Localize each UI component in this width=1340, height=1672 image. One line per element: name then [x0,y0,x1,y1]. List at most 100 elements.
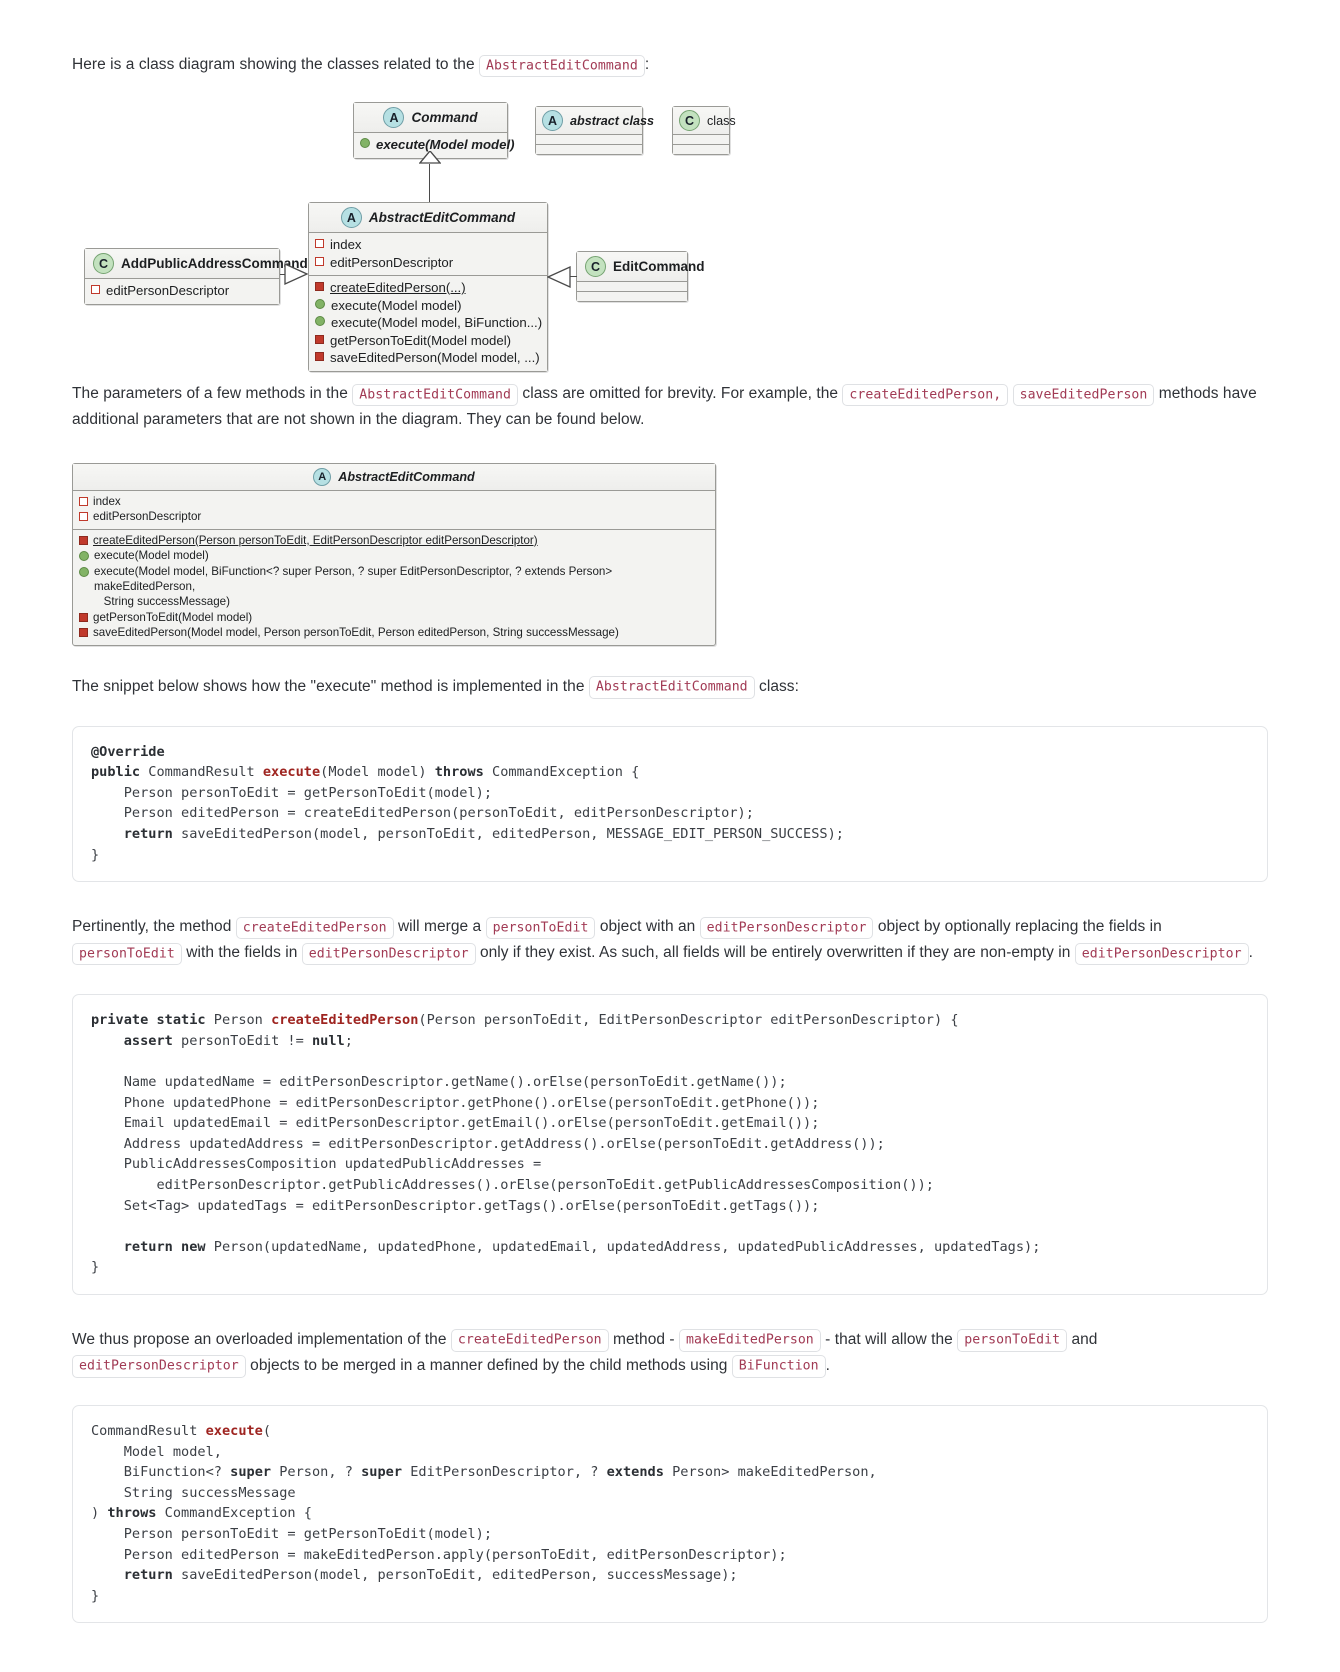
p4-text-d: object by optionally replacing the field… [877,918,1162,936]
private-field-marker-icon [315,256,324,266]
uml-legend-class-label: class [707,113,736,128]
uml-class-abstracteditcommand-title: AbstractEditCommand [368,210,516,225]
inheritance-arrow-head [419,151,441,164]
class-diagram-2: A AbstractEditCommand index editPersonDe… [72,463,716,646]
document-page: Here is a class diagram showing the clas… [0,0,1340,1672]
uml-legend-empty-section [673,145,729,154]
uml-member-row: saveEditedPerson(Model model, ...) [315,349,541,367]
uml-member-row: editPersonDescriptor [91,282,273,300]
code-block-createeditedperson: private static Person createEditedPerson… [72,994,1268,1295]
uml-abstracteditcommand-methods: createEditedPerson(...) execute(Model mo… [309,276,547,371]
uml-member-label: execute(Model model, BiFunction...) [331,315,543,330]
uml-class-abstracteditcommand-header: A AbstractEditCommand [309,203,547,233]
parameters-paragraph: The parameters of a few methods in the A… [72,381,1268,433]
private-method-marker-icon [315,334,324,344]
uml-legend-empty-section [673,135,729,145]
inline-code-createeditedperson: createEditedPerson [450,1329,609,1352]
code-block-overloaded-execute: CommandResult execute( Model model, BiFu… [72,1404,1268,1624]
inline-code-editpersondescriptor: editPersonDescriptor [1074,942,1249,966]
p5-text-b: method - [613,1330,675,1348]
class-badge-icon: C [679,110,700,131]
inline-code-abstracteditcommand: AbstractEditCommand [352,383,519,406]
uml-member-label: execute(Model model) [376,137,515,152]
class-diagram-2-wrapper: A AbstractEditCommand index editPersonDe… [72,463,1268,646]
uml-member-label: index [93,495,121,508]
private-method-marker-icon [79,535,88,545]
public-method-marker-icon [315,316,325,326]
uml-member-row: createEditedPerson(...) [315,279,541,297]
uml-member-row: index [79,494,709,509]
uml2-methods: createEditedPerson(Person personToEdit, … [73,530,715,645]
inline-code-createeditedperson: createEditedPerson [235,916,394,940]
uml-legend-empty-section [536,135,642,145]
uml-class-editcommand-title: EditCommand [613,259,705,274]
uml-member-label: execute(Model model) [331,297,462,313]
private-method-marker-icon [315,352,324,361]
uml2-title: AbstractEditCommand [338,470,475,484]
uml-class-abstracteditcommand: A AbstractEditCommand index editPersonDe… [308,202,548,372]
uml-member-row: createEditedPerson(Person personToEdit, … [79,533,709,548]
inline-code-abstracteditcommand: AbstractEditCommand [588,676,755,699]
uml-member-row: execute(Model model, BiFunction...) [315,314,543,332]
uml-class-editcommand: C EditCommand [576,251,705,302]
inline-code-bifunction: BiFunction [731,1355,826,1378]
abstract-badge-icon: A [313,468,332,486]
uml-legend-abstract-class: A abstract class [535,106,654,155]
uml-addpublicaddresscommand-fields: editPersonDescriptor [85,279,279,304]
uml-member-label: editPersonDescriptor [93,510,202,524]
uml-member-label: createEditedPerson(...) [330,280,466,295]
inline-code-abstracteditcommand: AbstractEditCommand [479,54,645,77]
uml-member-label: saveEditedPerson(Model model, Person per… [93,626,619,640]
uml-member-label: index [330,237,362,252]
p4-text-a: Pertinently, the method [72,918,232,936]
inheritance-arrow-svg [419,151,441,164]
uml-class-addpublicaddresscommand: C AddPublicAddressCommand editPersonDesc… [84,248,308,305]
inheritance-arrow-right-svg [547,266,571,288]
private-field-marker-icon [315,239,324,248]
inheritance-line-right [570,276,577,278]
inline-code-persontoedit: personToEdit [72,942,182,966]
uml-member-label: editPersonDescriptor [330,254,454,270]
class-badge-icon: C [93,253,114,274]
uml-class-command-header: A Command [354,103,507,133]
private-method-marker-icon [315,282,324,291]
uml-member-label: execute(Model model) [94,549,209,563]
inheritance-line-vertical [429,158,431,203]
uml-member-row: getPersonToEdit(Model model) [79,610,709,625]
p5-text-a: We thus propose an overloaded implementa… [72,1330,447,1348]
abstract-badge-icon: A [542,110,563,131]
inline-code-editpersondescriptor: editPersonDescriptor [72,1355,246,1378]
p5-text-d: and [1071,1330,1098,1348]
public-method-marker-icon [79,566,89,577]
uml-class-addpublicaddresscommand-header: C AddPublicAddressCommand [85,249,308,279]
p5-text-f: . [825,1356,831,1374]
private-method-marker-icon [79,612,88,622]
uml-member-row: editPersonDescriptor [315,254,541,272]
inheritance-arrow-left-svg [284,263,308,285]
uml-member-label: editPersonDescriptor [106,283,230,298]
uml-editcommand-empty-section [577,292,687,301]
uml-member-row: index [315,236,541,254]
uml-member-row: execute(Model model) [315,297,541,315]
inline-code-persontoedit: personToEdit [485,916,596,940]
uml-member-label: createEditedPerson(Person personToEdit, … [93,533,538,547]
code-content-2: private static Person createEditedPerson… [91,1012,1041,1276]
overload-paragraph: We thus propose an overloaded implementa… [72,1327,1268,1379]
uml-class-editcommand-header: C EditCommand [577,252,705,282]
uml-abstracteditcommand-fields: index editPersonDescriptor [309,233,547,276]
code-content-1: @Override public CommandResult execute(M… [91,743,844,863]
intro-text-b: : [644,56,650,73]
private-field-marker-icon [91,285,100,294]
code-block-execute: @Override public CommandResult execute(M… [72,725,1268,883]
uml-member-label: execute(Model model, BiFunction<? super … [94,564,613,609]
private-method-marker-icon [79,628,88,638]
p5-text-e: objects to be merged in a manner defined… [250,1356,728,1374]
uml-legend-abstract-header: A abstract class [536,107,654,135]
public-method-marker-icon [79,551,89,562]
p5-text-c: - that will allow the [825,1330,953,1348]
inline-code-persontoedit: personToEdit [957,1329,1068,1352]
p4-text-b: will merge a [397,918,482,936]
uml-class-addpublicaddresscommand-title: AddPublicAddressCommand [121,256,308,271]
uml-legend-abstract-label: abstract class [570,113,655,128]
p4-text-c: object with an [599,918,696,936]
